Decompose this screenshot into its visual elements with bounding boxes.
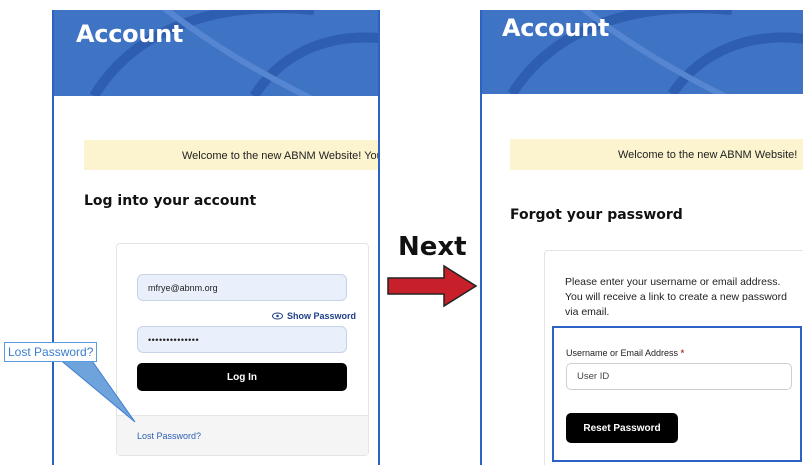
eye-icon xyxy=(272,312,283,320)
show-password-toggle[interactable]: Show Password xyxy=(272,311,356,321)
lost-password-callout: Lost Password? xyxy=(4,342,98,362)
account-banner: Account xyxy=(482,10,803,94)
instructions-text: Please enter your username or email addr… xyxy=(565,276,787,318)
forgot-password-heading: Forgot your password xyxy=(510,207,683,223)
show-password-label: Show Password xyxy=(287,311,357,321)
next-label: Next xyxy=(398,232,467,262)
username-input[interactable]: User ID xyxy=(566,363,792,390)
forgot-password-page-screenshot: Account Welcome to the new ABNM Website!… xyxy=(480,10,803,465)
page-title: Account xyxy=(502,14,610,42)
welcome-notice: Welcome to the new ABNM Website! xyxy=(510,139,803,170)
username-field-label: Username or Email Address * xyxy=(566,348,684,358)
reset-password-button[interactable]: Reset Password xyxy=(566,413,678,443)
username-label-text: Username or Email Address xyxy=(566,348,679,358)
required-mark: * xyxy=(680,348,685,358)
next-arrow-icon xyxy=(387,264,478,308)
callout-pointer xyxy=(56,357,136,423)
